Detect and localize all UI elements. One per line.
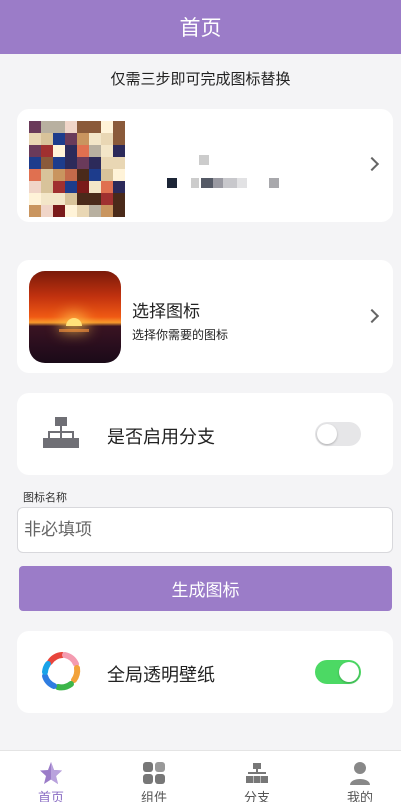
chevron-right-icon: [364, 308, 380, 324]
branch-toggle[interactable]: [315, 422, 361, 446]
generate-icon-button[interactable]: 生成图标: [19, 566, 392, 611]
colorful-ring-icon: [42, 652, 81, 691]
app-icon-pixelated: [29, 121, 125, 217]
tab-mine[interactable]: 我的: [320, 751, 400, 802]
tab-widgets-label: 组件: [140, 791, 167, 802]
branch-icon: [43, 417, 79, 448]
transparent-wallpaper-label: 全局透明壁纸: [107, 665, 215, 686]
select-icon-title: 选择图标: [132, 302, 200, 322]
icon-preview-image: [29, 271, 121, 363]
intro-text: 仅需三步即可完成图标替换: [110, 70, 291, 88]
chevron-right-icon: [364, 156, 380, 172]
tab-branch[interactable]: 分支: [217, 751, 297, 802]
branch-label: 是否启用分支: [107, 427, 215, 448]
page-header: 首页: [0, 0, 401, 54]
icon-name-label: 图标名称: [23, 491, 67, 504]
icon-name-input[interactable]: [17, 507, 393, 553]
tab-widgets[interactable]: 组件: [114, 751, 194, 802]
transparent-wallpaper-card: 全局透明壁纸: [17, 631, 393, 713]
tab-mine-label: 我的: [346, 791, 373, 802]
person-icon: [350, 762, 370, 785]
branch-icon: [246, 763, 268, 783]
grid-icon: [143, 762, 165, 784]
page-title: 首页: [179, 16, 222, 40]
bottom-tab-bar: 首页 组件 分支 我的: [0, 750, 401, 802]
app-name-blurred: [147, 153, 287, 193]
star-icon: [40, 762, 62, 784]
transparent-wallpaper-toggle[interactable]: [315, 660, 361, 684]
select-icon-card[interactable]: 选择图标 选择你需要的图标: [17, 260, 393, 373]
tab-home-label: 首页: [37, 791, 64, 802]
branch-toggle-card: 是否启用分支: [17, 393, 393, 475]
select-icon-description: 选择你需要的图标: [132, 328, 229, 342]
selected-app-card[interactable]: [17, 109, 393, 222]
tab-branch-label: 分支: [243, 791, 270, 802]
tab-home[interactable]: 首页: [11, 751, 91, 802]
